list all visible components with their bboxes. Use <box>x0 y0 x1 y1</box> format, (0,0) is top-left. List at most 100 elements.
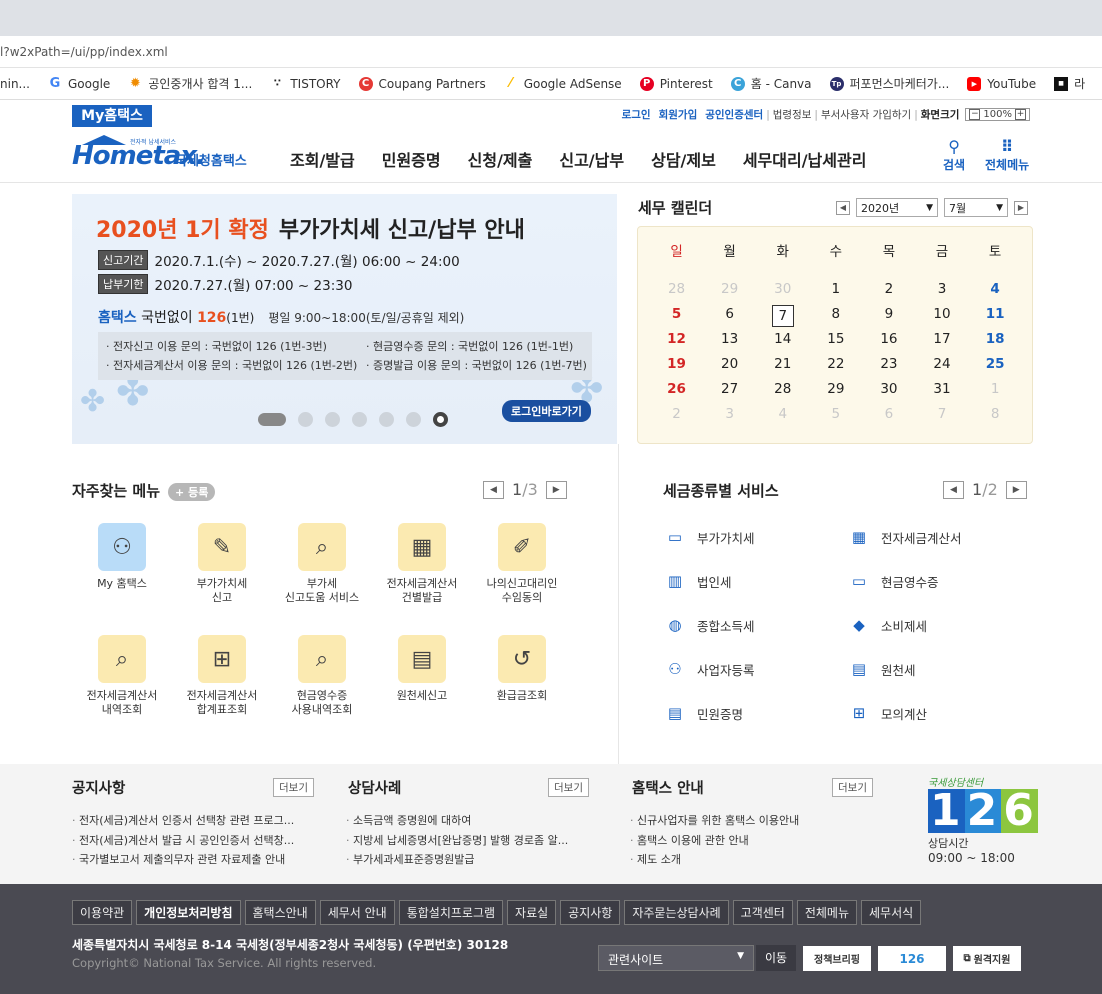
my-hometax-tab[interactable]: My홈택스 <box>72 105 152 127</box>
svc-income-tax[interactable]: ◍ 종합소득세 <box>664 614 754 636</box>
list-item[interactable]: 전자(세금)계산서 인증서 선택창 관련 프로그... <box>72 811 294 831</box>
fav-item-einvoice-issue[interactable]: ▦ 전자세금계산서 건별발급 <box>376 523 468 605</box>
calendar-day[interactable]: 2 <box>862 280 915 299</box>
footer-link-privacy[interactable]: 개인정보처리방침 <box>136 900 241 925</box>
related-sites-select[interactable]: 관련사이트 ▼ <box>598 945 754 971</box>
calendar-day[interactable]: 3 <box>915 280 968 299</box>
prev-page-button[interactable]: ◀ <box>943 480 964 499</box>
footer-link[interactable]: 고객센터 <box>732 900 793 925</box>
guide-more-button[interactable]: 더보기 <box>832 778 873 797</box>
list-item[interactable]: 신규사업자를 위한 홈택스 이용안내 <box>630 811 799 831</box>
hometax-logo[interactable]: 전자적 납세서비스 Hometax. 국세청홈택스 <box>72 135 257 179</box>
calendar-day[interactable]: 14 <box>756 330 809 349</box>
calendar-day[interactable]: 19 <box>650 355 703 374</box>
list-item[interactable]: 소득금액 증명원에 대하여 <box>346 811 568 831</box>
calendar-day-today[interactable]: 7 <box>756 305 809 327</box>
calendar-day[interactable]: 8 <box>969 405 1022 424</box>
calendar-day[interactable]: 1 <box>969 380 1022 399</box>
signup-link[interactable]: 회원가입 <box>659 107 698 122</box>
bookmark-item[interactable]: P Pinterest <box>639 76 713 91</box>
list-item[interactable]: 부가세과세표준증명원발급 <box>346 850 568 870</box>
banner-dot[interactable] <box>379 412 394 427</box>
calendar-day[interactable]: 30 <box>862 380 915 399</box>
svc-cash-receipt[interactable]: ▭ 현금영수증 <box>848 570 939 592</box>
svc-simulation[interactable]: ⊞ 모의계산 <box>848 702 927 724</box>
zoom-in-button[interactable]: + <box>1015 109 1026 120</box>
calendar-day[interactable]: 26 <box>650 380 703 399</box>
search-button[interactable]: ⚲ 검색 <box>943 138 965 173</box>
month-select[interactable]: 7월 ▼ <box>944 198 1008 217</box>
calendar-day[interactable]: 23 <box>862 355 915 374</box>
fav-item-vat-help[interactable]: ⌕ 부가세 신고도움 서비스 <box>276 523 368 605</box>
bookmark-item[interactable]: C홈 - Canva <box>730 75 812 92</box>
remote-support-badge[interactable]: ⧉ 원격지원 <box>953 946 1021 971</box>
calendar-day[interactable]: 27 <box>703 380 756 399</box>
list-item[interactable]: 국가별보고서 제출의무자 관련 자료제출 안내 <box>72 850 294 870</box>
svc-vat[interactable]: ▭ 부가가치세 <box>664 526 755 548</box>
calendar-day[interactable]: 11 <box>969 305 1022 324</box>
svc-withholding-tax[interactable]: ▤ 원천세 <box>848 658 916 680</box>
calendar-day[interactable]: 28 <box>756 380 809 399</box>
fav-item-cash-receipt[interactable]: ⌕ 현금영수증 사용내역조회 <box>276 635 368 717</box>
bookmark-item[interactable]: ■ 라 <box>1054 75 1085 92</box>
bookmark-item[interactable]: ⁄ Google AdSense <box>504 76 622 91</box>
svc-corporate-tax[interactable]: ▥ 법인세 <box>664 570 732 592</box>
go-button[interactable]: 이동 <box>756 945 796 971</box>
bookmark-item[interactable]: ✹ 공인중개사 합격 1... <box>128 75 252 92</box>
call-126-badge[interactable]: 126 <box>878 946 946 971</box>
register-button[interactable]: + 등록 <box>168 482 216 501</box>
calendar-day[interactable]: 5 <box>650 305 703 324</box>
next-page-button[interactable]: ▶ <box>545 480 567 499</box>
footer-link[interactable]: 자주묻는상담사례 <box>624 900 729 925</box>
footer-link[interactable]: 공지사항 <box>560 900 621 925</box>
fav-item-einvoice-history[interactable]: ⌕ 전자세금계산서 내역조회 <box>76 635 168 717</box>
banner-dot[interactable] <box>406 412 421 427</box>
footer-link[interactable]: 자료실 <box>507 900 557 925</box>
login-shortcut-button[interactable]: 로그인바로가기 <box>502 400 591 422</box>
calendar-day[interactable]: 6 <box>862 405 915 424</box>
footer-link[interactable]: 통합설치프로그램 <box>398 900 504 925</box>
call-center-126[interactable]: 국세상담센터 126 상담시간 09:00 ~ 18:00 <box>928 774 1038 865</box>
zoom-out-button[interactable]: − <box>969 109 981 120</box>
footer-link[interactable]: 홈택스안내 <box>244 900 316 925</box>
fav-item-withholding[interactable]: ▤ 원천세신고 <box>376 635 468 703</box>
calendar-day[interactable]: 4 <box>969 280 1022 299</box>
nav-certificates[interactable]: 민원증명 <box>382 147 441 171</box>
nav-consult[interactable]: 상담/제보 <box>651 147 716 171</box>
calendar-day[interactable]: 22 <box>809 355 862 374</box>
list-item[interactable]: 지방세 납세증명서[완납증명] 발행 경로좀 알... <box>346 831 568 851</box>
bookmark-item[interactable]: ∵ TISTORY <box>270 77 341 91</box>
nav-apply[interactable]: 신청/제출 <box>468 147 533 171</box>
calendar-day[interactable]: 29 <box>809 380 862 399</box>
calendar-day[interactable]: 30 <box>756 280 809 299</box>
dept-user-link[interactable]: 부서사용자 가입하기 <box>821 107 911 122</box>
nav-tax-agent[interactable]: 세무대리/납세관리 <box>743 147 867 171</box>
next-month-button[interactable]: ▶ <box>1014 200 1028 215</box>
calendar-day[interactable]: 13 <box>703 330 756 349</box>
list-item[interactable]: 제도 소개 <box>630 850 799 870</box>
svc-certificates[interactable]: ▤ 민원증명 <box>664 702 743 724</box>
banner-dot[interactable] <box>298 412 313 427</box>
calendar-day[interactable]: 10 <box>915 305 968 324</box>
calendar-day[interactable]: 9 <box>862 305 915 324</box>
cert-center-link[interactable]: 공인인증센터 <box>705 107 763 122</box>
calendar-day[interactable]: 1 <box>809 280 862 299</box>
bookmark-item[interactable]: nin... <box>0 77 30 91</box>
fav-item-my-hometax[interactable]: ⚇ My 홈택스 <box>76 523 168 591</box>
svc-einvoice[interactable]: ▦ 전자세금계산서 <box>848 526 962 548</box>
list-item[interactable]: 전자(세금)계산서 발급 시 공인인증서 선택창... <box>72 831 294 851</box>
calendar-day[interactable]: 21 <box>756 355 809 374</box>
login-link[interactable]: 로그인 <box>622 107 651 122</box>
bookmark-item[interactable]: C Coupang Partners <box>358 76 486 91</box>
footer-link[interactable]: 전체메뉴 <box>796 900 858 925</box>
fav-item-refund[interactable]: ↺ 환급금조회 <box>476 635 568 703</box>
calendar-day[interactable]: 6 <box>703 305 756 324</box>
all-menu-button[interactable]: ⠿ 전체메뉴 <box>985 138 1029 173</box>
list-item[interactable]: 홈택스 이용에 관한 안내 <box>630 831 799 851</box>
prev-page-button[interactable]: ◀ <box>483 480 504 499</box>
calendar-day[interactable]: 20 <box>703 355 756 374</box>
calendar-day[interactable]: 15 <box>809 330 862 349</box>
address-bar[interactable]: l?w2xPath=/ui/pp/index.xml <box>0 36 1102 68</box>
calendar-day[interactable]: 17 <box>915 330 968 349</box>
svc-consumption-tax[interactable]: ◆ 소비제세 <box>848 614 927 636</box>
